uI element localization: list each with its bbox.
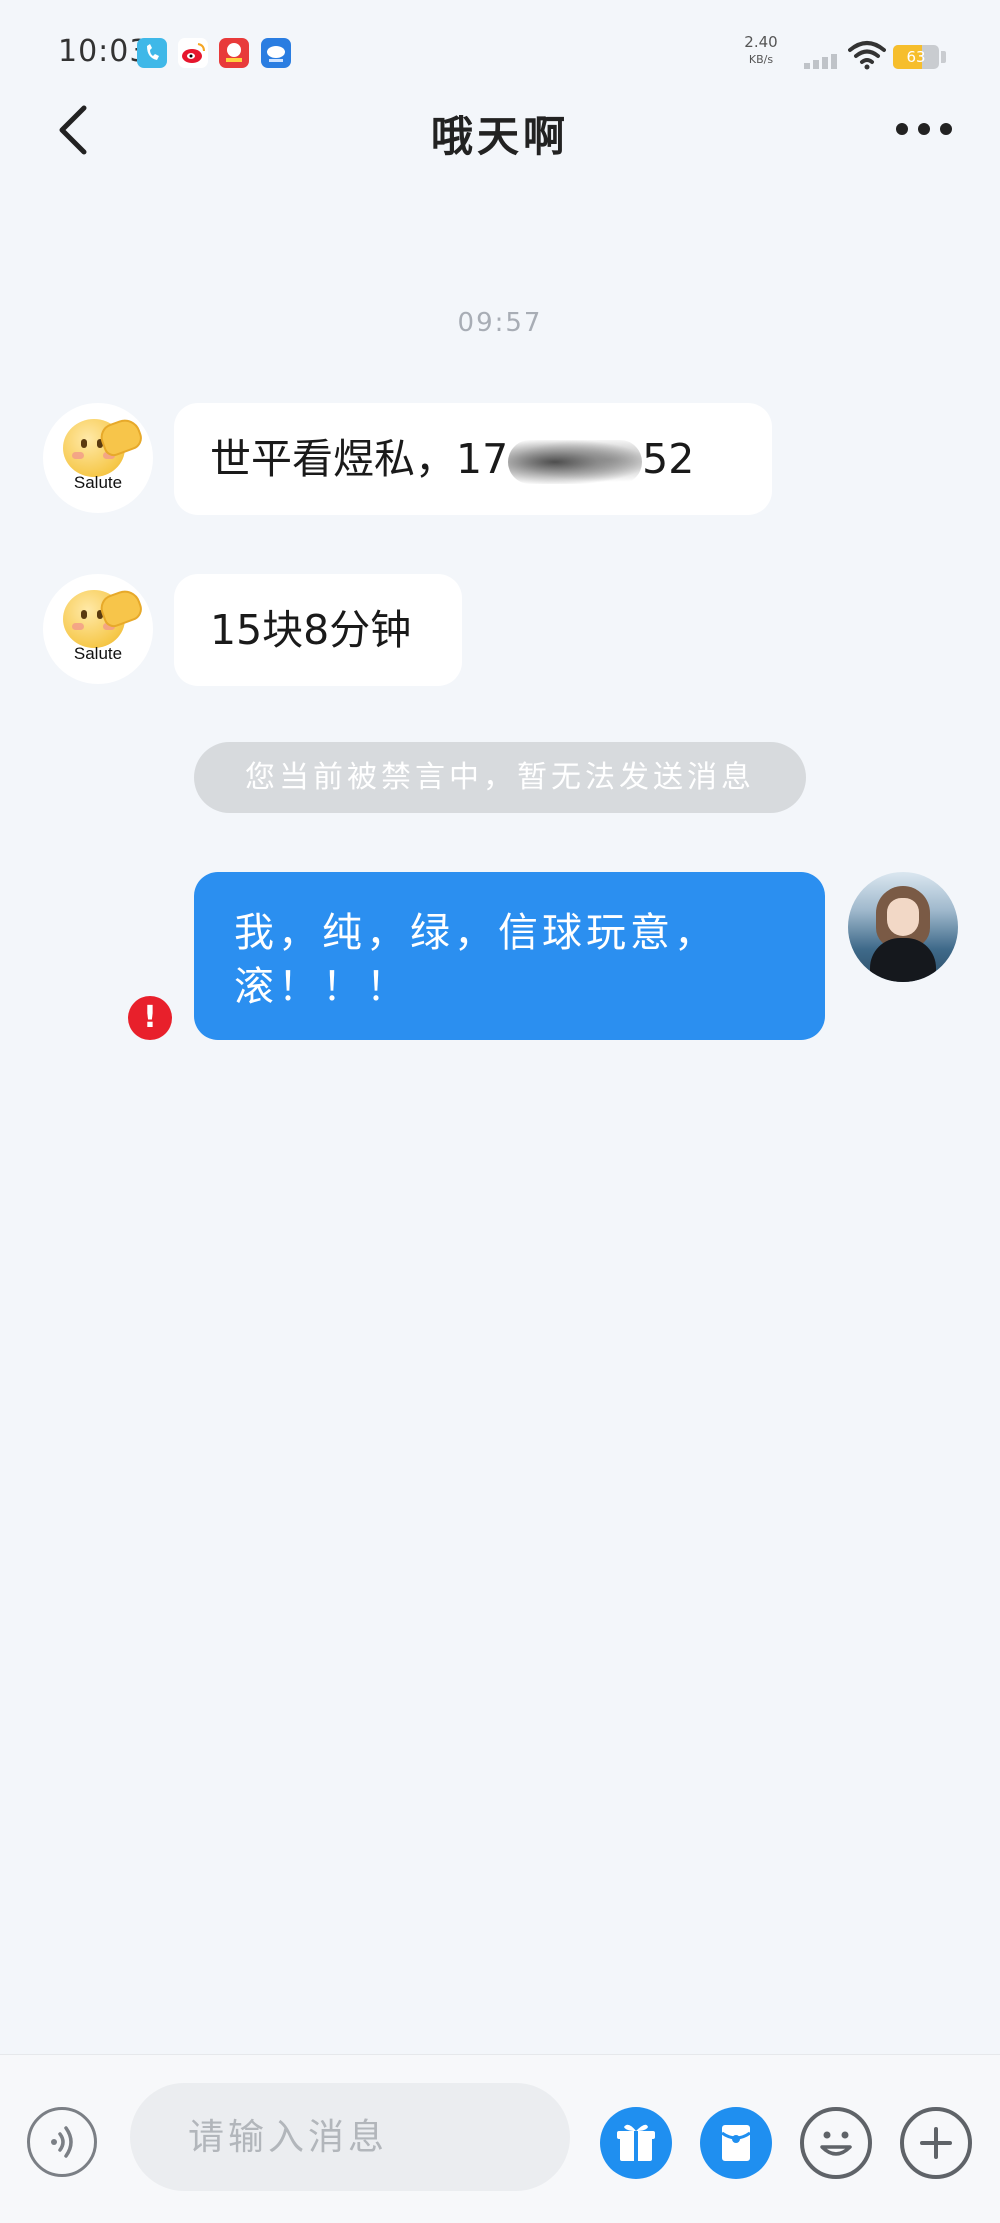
message-bubble-incoming[interactable]: 世平看煜私，17 52	[174, 403, 772, 515]
message-bubble-outgoing[interactable]: 我，纯，绿，信球玩意， 滚！！！	[194, 872, 825, 1040]
network-speed-unit: KB/s	[748, 53, 774, 66]
more-dot-icon	[918, 123, 930, 135]
avatar-caption: Salute	[73, 644, 123, 663]
redacted-blur	[508, 440, 643, 484]
message-text-prefix: 世平看煜私，17	[210, 435, 509, 483]
weibo-icon	[178, 38, 208, 68]
user-avatar[interactable]	[848, 872, 958, 982]
battery-icon: 63	[893, 45, 939, 69]
more-button[interactable]	[892, 110, 956, 146]
status-time: 10:03	[58, 34, 150, 69]
phone-icon	[137, 38, 167, 68]
gift-button[interactable]	[600, 2107, 672, 2179]
voice-button[interactable]	[27, 2107, 97, 2177]
avatar[interactable]: Salute	[43, 403, 153, 513]
message-timestamp: 09:57	[457, 308, 543, 338]
signal-icon	[804, 50, 840, 69]
battery-level: 63	[906, 48, 926, 66]
send-failed-icon[interactable]: !	[128, 996, 172, 1040]
message-line-2: 滚！！！	[234, 964, 410, 1010]
message-text-suffix: 52	[642, 435, 695, 483]
more-dot-icon	[940, 123, 952, 135]
wifi-icon	[848, 40, 886, 74]
message-line-1: 我，纯，绿，信球玩意，	[234, 910, 718, 956]
avatar-caption: Salute	[73, 473, 123, 492]
avatar[interactable]: Salute	[43, 574, 153, 684]
emoji-button[interactable]	[800, 2107, 872, 2179]
network-speed-value: 2.40	[744, 33, 778, 51]
more-actions-button[interactable]	[900, 2107, 972, 2179]
more-dot-icon	[896, 123, 908, 135]
message-bubble-incoming[interactable]: 15块8分钟	[174, 574, 462, 686]
status-bar: 10:03 2.40 KB/s 63	[0, 0, 1000, 100]
message-input[interactable]	[130, 2083, 570, 2191]
app-red-icon	[219, 38, 249, 68]
battery-tip	[941, 51, 946, 63]
plus-icon	[920, 2127, 952, 2159]
app-blue-icon	[261, 38, 291, 68]
red-packet-icon	[721, 2125, 751, 2161]
page-title: 哦天啊	[430, 112, 569, 161]
message-text: 15块8分钟	[210, 606, 412, 654]
network-speed: 2.40 KB/s	[740, 34, 782, 68]
system-notice: 您当前被禁言中，暂无法发送消息	[194, 742, 806, 813]
voice-icon	[51, 2126, 73, 2158]
red-packet-button[interactable]	[700, 2107, 772, 2179]
gift-icon	[617, 2124, 655, 2161]
smiley-icon	[820, 2131, 852, 2156]
